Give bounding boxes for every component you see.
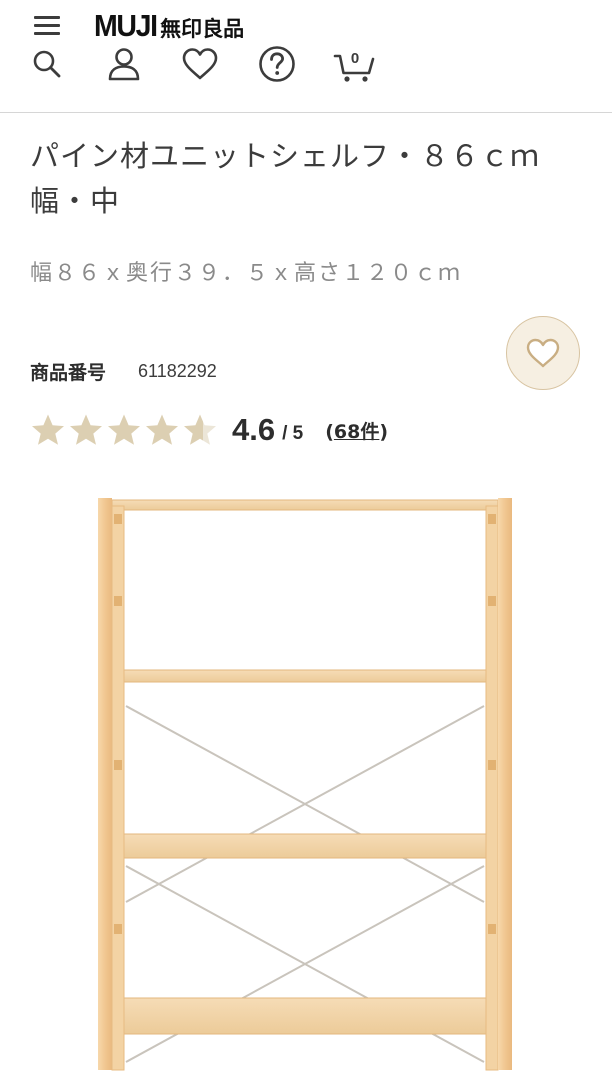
star-icon <box>146 414 178 445</box>
star-icon <box>32 414 64 445</box>
product-title: パイン材ユニットシェルフ・８６ｃｍ幅・中 <box>30 139 541 218</box>
review-count-link[interactable]: (68件) <box>325 417 388 444</box>
heart-icon[interactable] <box>180 44 220 84</box>
site-header: MUJI 無印良品 0 <box>0 0 612 113</box>
rating-score: 4.6 <box>232 412 276 447</box>
logo-japanese: 無印良品 <box>160 17 245 41</box>
product-code-label: 商品番号 <box>30 361 107 384</box>
rating-stars <box>30 413 220 447</box>
review-paren-close: ) <box>379 420 389 443</box>
star-icon <box>108 414 140 445</box>
user-icon[interactable] <box>104 44 144 84</box>
header-divider <box>0 112 612 113</box>
star-icon <box>184 414 216 445</box>
product-image[interactable] <box>60 478 560 1080</box>
product-dimensions: 幅８６ｘ奥行３９．５ｘ高さ１２０ｃｍ <box>30 261 463 286</box>
product-code-value: 61182292 <box>138 360 217 381</box>
product-code-row: 商品番号 61182292 <box>30 357 217 385</box>
rating-scale: / 5 <box>282 423 304 444</box>
menu-icon[interactable] <box>34 14 62 38</box>
rating-row: 4.6 / 5 (68件) <box>30 408 388 452</box>
muji-logo[interactable]: MUJI 無印良品 <box>94 8 244 44</box>
review-paren-open: ( <box>325 420 334 443</box>
help-icon[interactable] <box>257 44 297 84</box>
cart-count: 0 <box>351 50 359 67</box>
logo-latin: MUJI <box>94 8 158 43</box>
star-icon <box>70 414 102 445</box>
add-to-favorites-button[interactable] <box>506 316 580 390</box>
cart-icon[interactable]: 0 <box>333 44 377 84</box>
review-count: 68件 <box>333 420 380 443</box>
search-icon[interactable] <box>27 44 67 84</box>
heart-icon <box>526 338 560 368</box>
pine-shelf-illustration <box>98 498 512 1071</box>
